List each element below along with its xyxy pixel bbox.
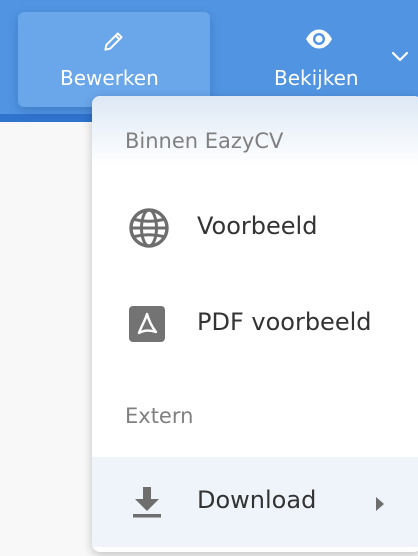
menu-item-pdf-voorbeeld[interactable]: PDF voorbeeld [92,279,418,369]
menu-item-download-label: Download [197,486,317,514]
section-label-binnen-eazycv: Binnen EazyCV [125,129,284,153]
section-label-extern: Extern [125,404,194,428]
pencil-icon [104,32,123,51]
pdf-icon [129,306,165,342]
menu-item-pdf-voorbeeld-label: PDF voorbeeld [197,308,372,336]
chevron-down-icon[interactable] [391,50,409,64]
view-tab[interactable]: Bekijken [250,12,390,107]
edit-tab[interactable]: Bewerken [18,12,210,107]
view-dropdown-menu: Binnen EazyCV Voorbeeld PDF voorbeeld Ex… [92,96,418,552]
edit-tab-label: Bewerken [60,66,159,90]
eye-icon [306,29,332,49]
caret-right-icon [376,497,384,511]
menu-item-download[interactable]: Download [92,457,418,547]
download-icon [133,487,161,518]
menu-item-voorbeeld[interactable]: Voorbeeld [92,183,418,273]
view-tab-label: Bekijken [274,66,359,90]
menu-item-voorbeeld-label: Voorbeeld [197,212,318,240]
globe-icon [129,208,169,248]
